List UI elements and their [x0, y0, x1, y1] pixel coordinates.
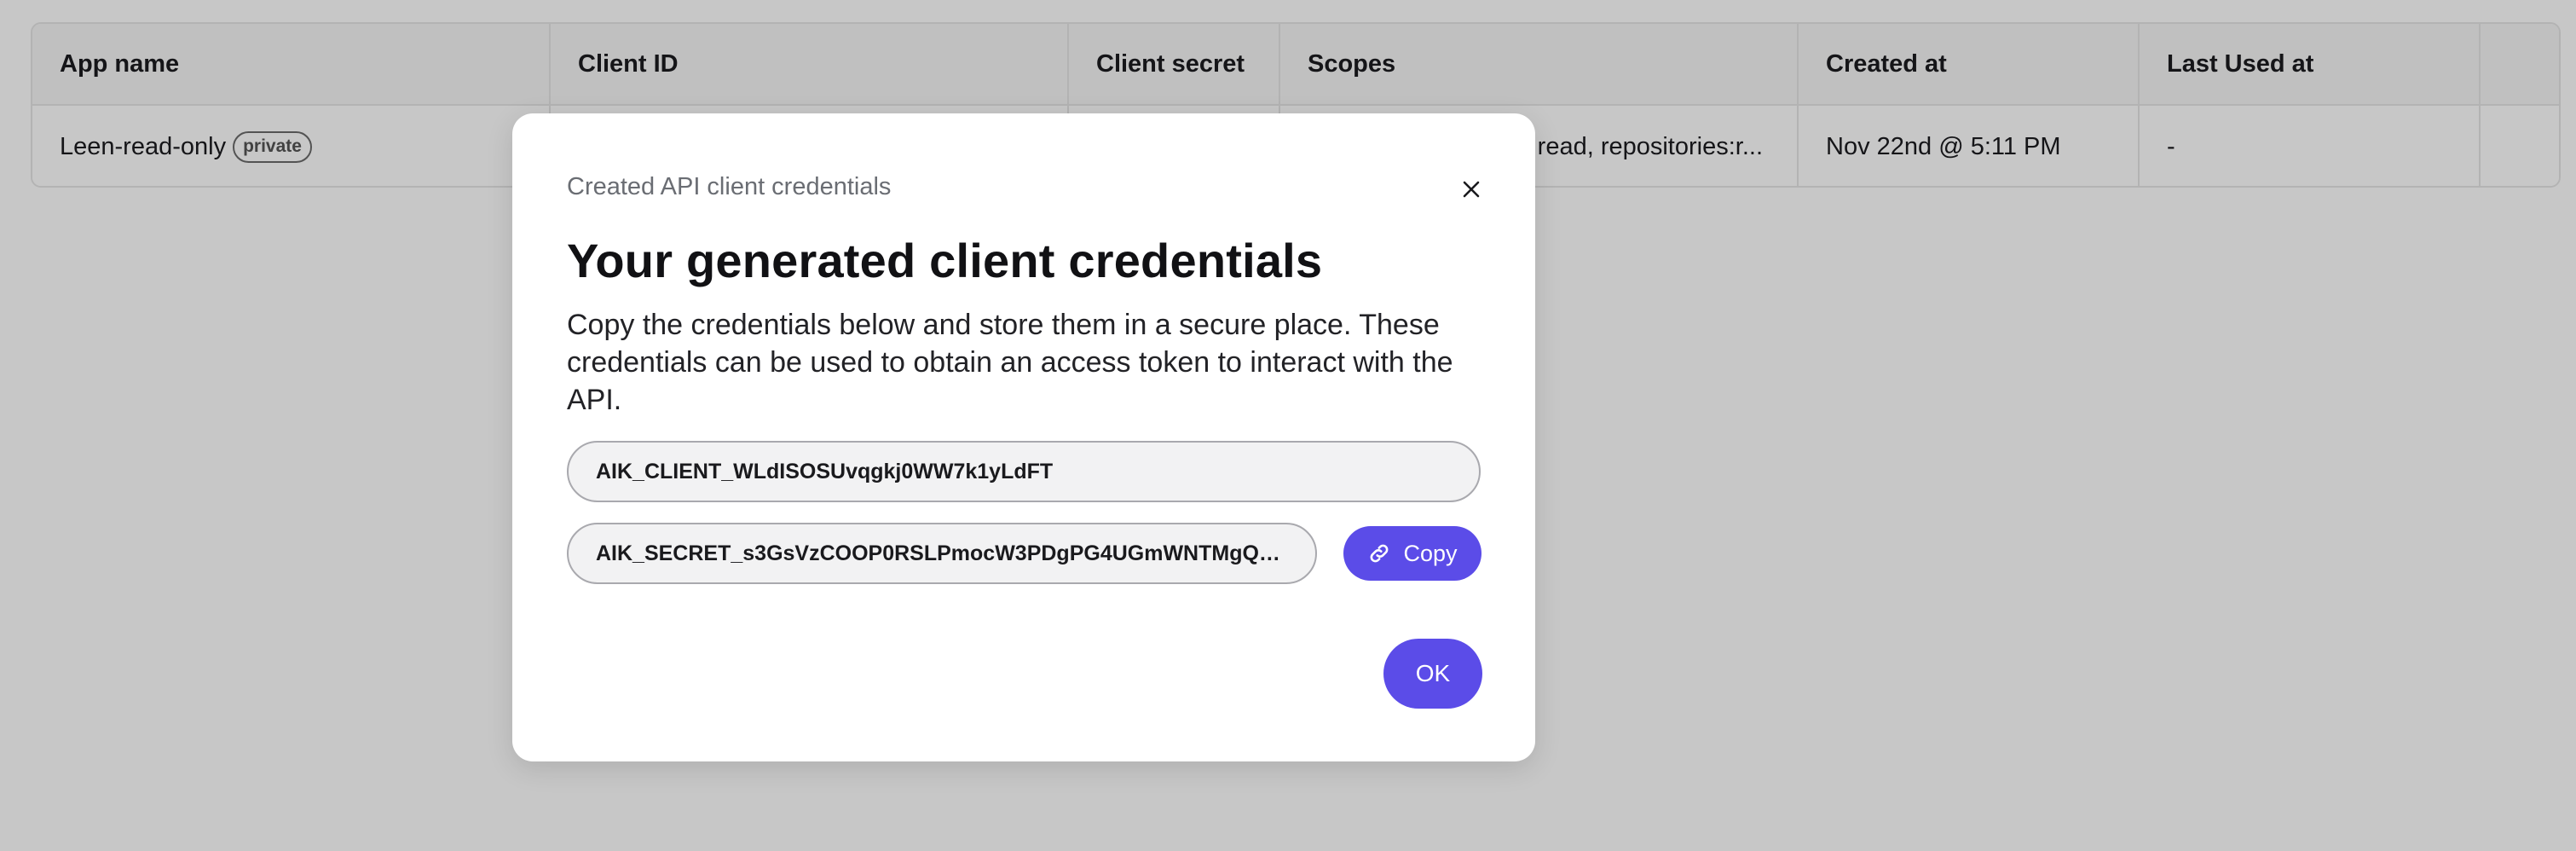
copy-button-label: Copy: [1403, 540, 1458, 566]
modal-eyebrow: Created API client credentials: [567, 173, 892, 200]
close-button[interactable]: [1453, 171, 1490, 208]
client-id-value: AIK_CLIENT_WLdISOSUvqgkj0WW7k1yLdFT: [596, 459, 1054, 483]
copy-button[interactable]: Copy: [1343, 526, 1481, 581]
client-id-field[interactable]: AIK_CLIENT_WLdISOSUvqgkj0WW7k1yLdFT: [567, 441, 1481, 502]
ok-button[interactable]: OK: [1383, 639, 1482, 709]
link-icon: [1371, 544, 1389, 563]
app-root: App name Client ID Client secret Scopes …: [0, 0, 2576, 851]
close-icon: [1463, 181, 1480, 198]
modal-title: Your generated client credentials: [567, 234, 1323, 287]
modal-description: Copy the credentials below and store the…: [567, 309, 1453, 416]
client-secret-field[interactable]: AIK_SECRET_s3GsVzCOOP0RSLPmocW3PDgPG4UGm…: [567, 523, 1317, 584]
credentials-modal: Created API client credentials Your gene…: [512, 113, 1535, 761]
client-secret-value: AIK_SECRET_s3GsVzCOOP0RSLPmocW3PDgPG4UGm…: [596, 541, 1288, 565]
